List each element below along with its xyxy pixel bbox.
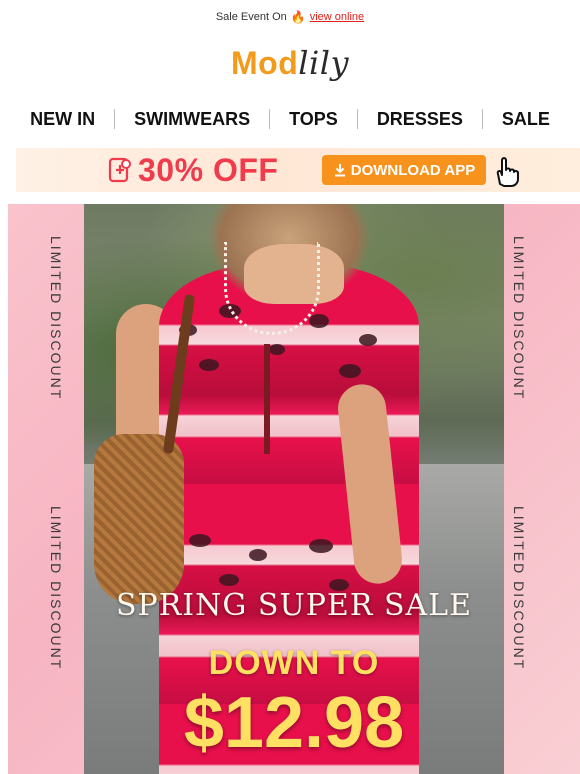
tassel-pendant [264, 344, 270, 454]
side-label-right-top: LIMITED DISCOUNT [511, 236, 527, 401]
sale-price: $12.98 [183, 683, 405, 763]
download-app-label: DOWNLOAD APP [350, 161, 476, 179]
discount-text: 30% OFF [138, 152, 279, 188]
leopard-spot [309, 314, 329, 328]
fire-icon: 🔥 [290, 10, 306, 24]
nav-item-swimwears[interactable]: SWIMWEARS [115, 109, 269, 130]
download-app-button[interactable]: DOWNLOAD APP [322, 155, 486, 185]
sale-headline: SPRING SUPER SALE [115, 588, 472, 623]
sale-subheadline: DOWN TO [208, 644, 380, 682]
straw-bag [94, 434, 184, 604]
main-navigation: NEW IN SWIMWEARS TOPS DRESSES SALE [0, 100, 580, 138]
leopard-spot [249, 549, 267, 561]
logo-part-lily: lily [298, 44, 350, 82]
side-label-right-bottom: LIMITED DISCOUNT [511, 506, 527, 671]
logo-part-mod: Mod [230, 45, 299, 81]
leopard-spot [359, 334, 377, 346]
leopard-spot [219, 574, 239, 586]
nav-item-dresses[interactable]: DRESSES [358, 109, 482, 130]
side-label-left-bottom: LIMITED DISCOUNT [48, 506, 64, 671]
preheader-bar: Sale Event On 🔥 view online [0, 0, 580, 34]
leopard-spot [189, 534, 211, 547]
side-label-left-top: LIMITED DISCOUNT [48, 236, 64, 401]
sale-event-text: Sale Event On [215, 11, 287, 23]
app-gift-icon [108, 157, 131, 183]
leopard-spot [269, 344, 285, 355]
pointer-hand-icon [496, 157, 519, 187]
leopard-spot [199, 359, 219, 371]
leopard-spot [339, 364, 361, 378]
nav-item-tops[interactable]: TOPS [270, 109, 357, 130]
download-icon [334, 164, 345, 177]
nav-item-sale[interactable]: SALE [483, 109, 569, 130]
hero-banner[interactable]: LIMITED DISCOUNT LIMITED DISCOUNT LIMITE… [8, 204, 580, 774]
leopard-spot [309, 539, 333, 553]
app-download-banner[interactable]: 30% OFF DOWNLOAD APP [16, 148, 580, 192]
view-online-link[interactable]: view online [310, 11, 364, 23]
nav-item-new-in[interactable]: NEW IN [11, 109, 114, 130]
shell-necklace [224, 242, 320, 335]
brand-logo[interactable]: Modlily [0, 44, 580, 82]
